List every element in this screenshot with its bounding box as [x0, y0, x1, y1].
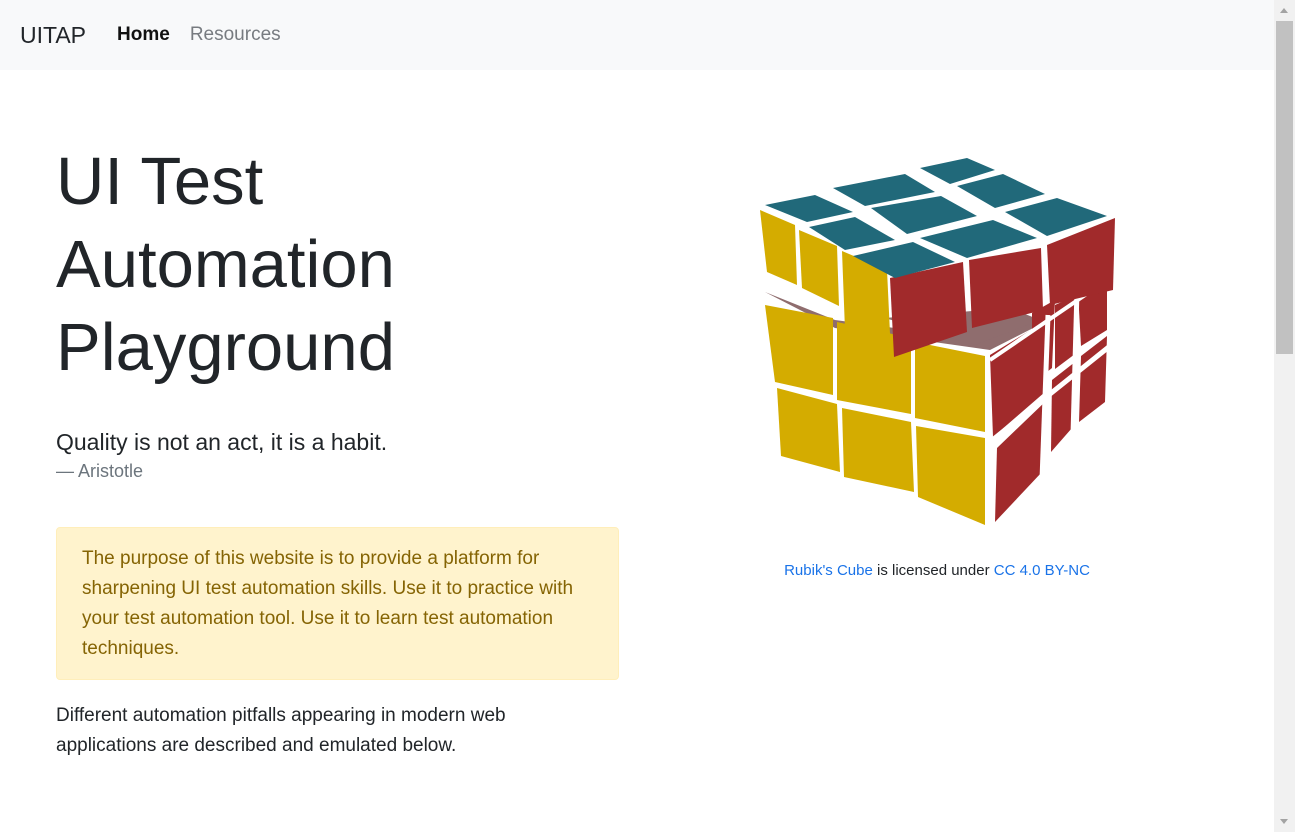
image-credit: Rubik's Cube is licensed under CC 4.0 BY… [600, 562, 1274, 579]
scroll-up-arrow-icon[interactable] [1280, 8, 1288, 13]
quote-text: Quality is not an act, it is a habit. [56, 429, 388, 455]
description-text: Different automation pitfalls appearing … [56, 705, 506, 756]
vertical-scrollbar[interactable] [1274, 0, 1295, 832]
nav-resources-link[interactable]: Resources [190, 24, 281, 46]
scrollbar-thumb[interactable] [1276, 21, 1293, 354]
quote-block: Quality is not an act, it is a habit. — … [56, 427, 616, 483]
rubiks-cube-link[interactable]: Rubik's Cube [784, 562, 873, 579]
page-title: UI Test Automation Playground [56, 144, 395, 385]
brand-link[interactable]: UITAP [20, 22, 86, 49]
quote-author: — Aristotle [56, 461, 144, 481]
info-alert: The purpose of this website is to provid… [56, 527, 619, 680]
rubiks-cube-icon [760, 158, 1115, 525]
nav-home-link[interactable]: Home [117, 24, 170, 46]
navbar: UITAP Home Resources [0, 0, 1274, 70]
license-link[interactable]: CC 4.0 BY-NC [994, 562, 1090, 579]
scroll-down-arrow-icon[interactable] [1280, 819, 1288, 824]
credit-text: is licensed under [872, 562, 994, 579]
